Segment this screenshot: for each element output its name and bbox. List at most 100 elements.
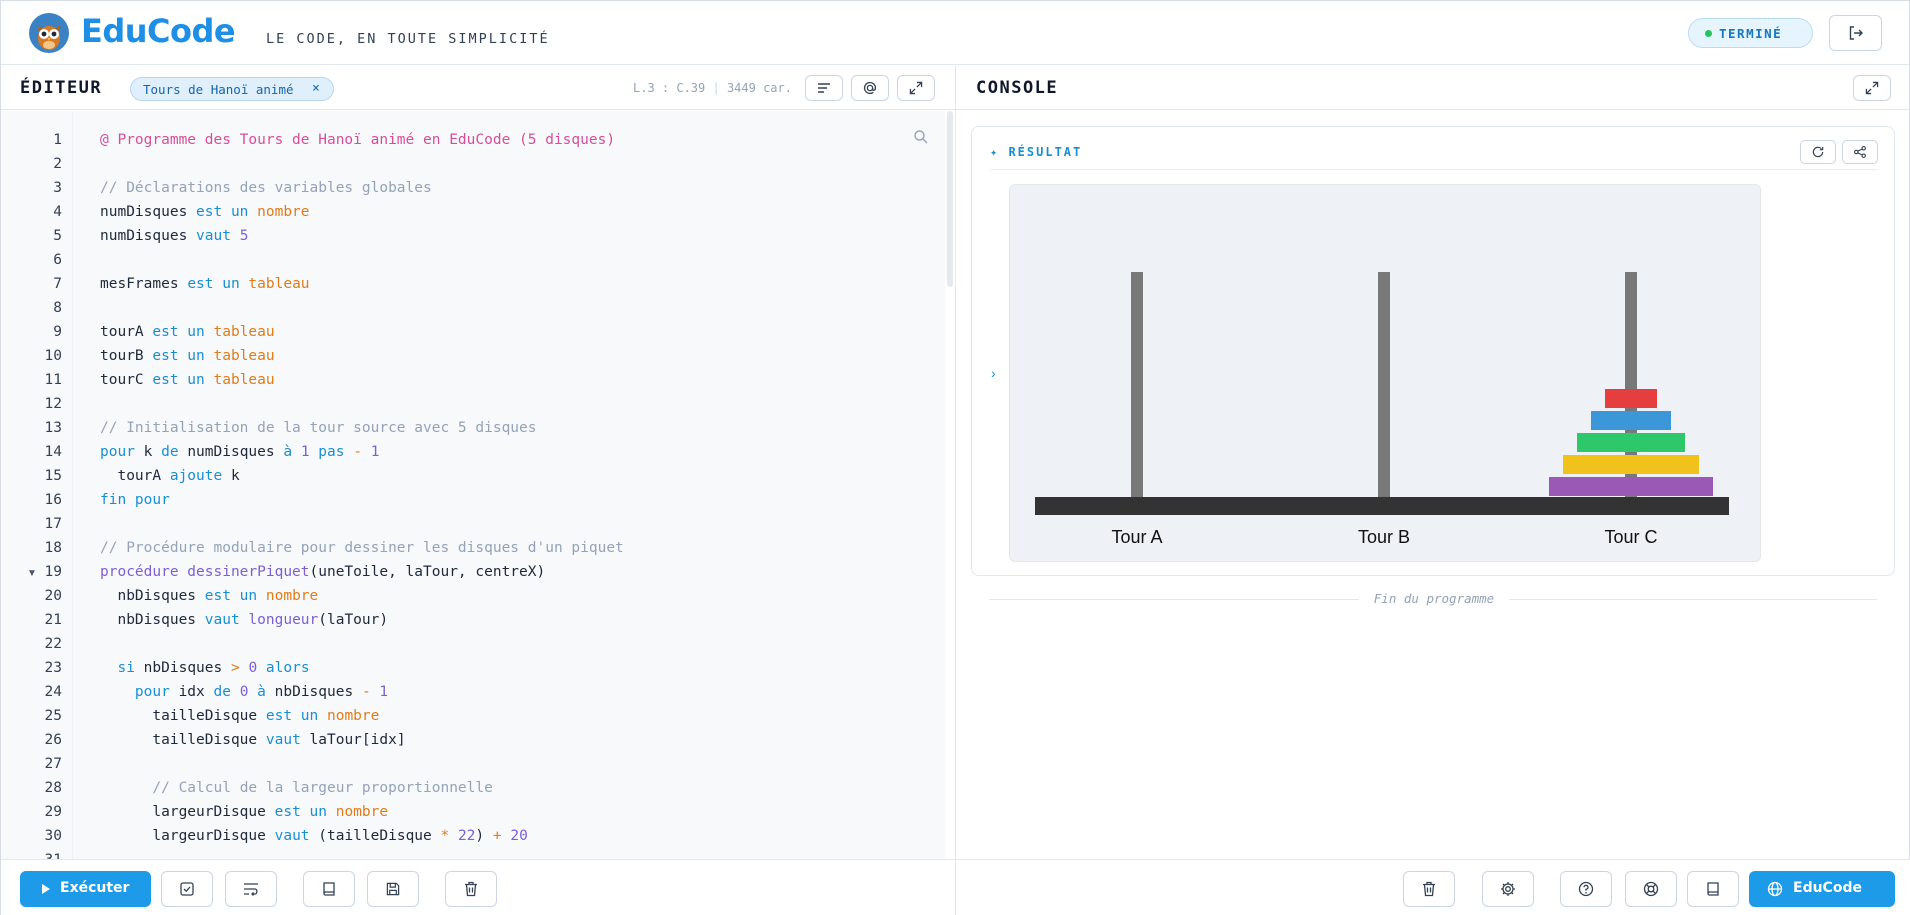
code-line[interactable]: // Procédure modulaire pour dessiner les…: [100, 540, 624, 556]
code-token: numDisques: [100, 204, 197, 220]
format-code-button[interactable]: [225, 871, 277, 907]
code-token: mesFrames: [100, 276, 188, 292]
code-line[interactable]: // Initialisation de la tour source avec…: [100, 420, 537, 436]
support-button[interactable]: [1625, 871, 1677, 907]
file-tab[interactable]: Tours de Hanoï animé ×: [130, 77, 334, 101]
line-number: 10: [44, 348, 62, 364]
code-token: nombre: [257, 204, 310, 220]
code-line[interactable]: tourB est un tableau: [100, 348, 275, 364]
line-number: 2: [53, 156, 62, 172]
open-button[interactable]: [303, 871, 355, 907]
code-token: nbDisques: [274, 684, 362, 700]
rerun-button[interactable]: [1800, 140, 1836, 164]
code-token: tailleDisque: [100, 708, 266, 724]
panel-divider[interactable]: [955, 66, 956, 915]
code-line[interactable]: mesFrames est un tableau: [100, 276, 310, 292]
code-token: ajoute: [169, 468, 231, 484]
code-token: 20: [510, 828, 528, 844]
code-line[interactable]: tailleDisque vaut laTour[idx]: [100, 732, 405, 748]
code-token: k: [230, 468, 240, 484]
status-text: TERMINÉ: [1719, 26, 1783, 41]
save-button[interactable]: [367, 871, 419, 907]
fold-arrow-icon[interactable]: ▼: [27, 568, 37, 579]
code-token: vaut: [196, 228, 240, 244]
code-line[interactable]: pour k de numDisques à 1 pas - 1: [100, 444, 379, 460]
play-icon: [42, 884, 50, 894]
trash-icon: [1423, 881, 1435, 897]
settings-button[interactable]: [1482, 871, 1534, 907]
code-line[interactable]: tailleDisque est un nombre: [100, 708, 379, 724]
globe-icon: [1767, 881, 1783, 897]
align-left-icon: [818, 83, 830, 93]
at-symbol-button[interactable]: [851, 75, 889, 101]
code-token: tourA: [100, 468, 170, 484]
code-token: si: [117, 660, 144, 676]
code-token: nombre: [335, 804, 389, 820]
share-button[interactable]: [1842, 140, 1878, 164]
code-token: tourB: [100, 348, 153, 364]
code-line[interactable]: si nbDisques > 0 alors: [100, 660, 309, 676]
educode-label: EduCode: [1793, 880, 1862, 896]
code-editor[interactable]: @ Programme des Tours de Hanoï animé en …: [73, 111, 945, 859]
code-token: 1: [370, 444, 380, 460]
app-window: EduCode LE CODE, EN TOUTE SIMPLICITÉ TER…: [0, 0, 1910, 915]
search-icon[interactable]: [913, 129, 929, 145]
code-token: tableau: [248, 276, 310, 292]
code-token: largeurDisque: [100, 828, 275, 844]
code-line[interactable]: tourC est un tableau: [100, 372, 275, 388]
help-button[interactable]: [1560, 871, 1612, 907]
editor-title: ÉDITEUR: [20, 78, 103, 98]
code-line[interactable]: nbDisques vaut longueur(laTour): [100, 612, 388, 628]
clear-console-button[interactable]: [1403, 871, 1455, 907]
educode-button[interactable]: EduCode: [1749, 871, 1895, 907]
end-of-program: Fin du programme: [989, 591, 1877, 607]
line-number: 15: [44, 468, 62, 484]
code-token: tableau: [213, 372, 275, 388]
code-line[interactable]: numDisques vaut 5: [100, 228, 248, 244]
editor-scrollbar[interactable]: [947, 111, 953, 287]
code-line[interactable]: tourA ajoute k: [100, 468, 240, 484]
output-canvas: Tour A Tour B Tour C: [1009, 184, 1761, 562]
line-number: 6: [53, 252, 62, 268]
code-line[interactable]: largeurDisque vaut (tailleDisque * 22) +…: [100, 828, 528, 844]
check-button[interactable]: [161, 871, 213, 907]
expand-console-button[interactable]: [1853, 75, 1891, 101]
line-number: 21: [44, 612, 62, 628]
code-token: nbDisques: [143, 660, 231, 676]
run-button[interactable]: Exécuter: [20, 871, 151, 907]
line-number: 20: [44, 588, 62, 604]
code-line[interactable]: @ Programme des Tours de Hanoï animé en …: [100, 132, 615, 148]
line-number: 17: [44, 516, 62, 532]
expand-editor-button[interactable]: [897, 75, 935, 101]
code-token: -: [353, 444, 371, 460]
code-token: nombre: [265, 588, 319, 604]
format-button[interactable]: [805, 75, 843, 101]
code-token: // Calcul de la largeur proportionnelle: [152, 780, 493, 796]
clear-button[interactable]: [445, 871, 497, 907]
code-line[interactable]: largeurDisque est un nombre: [100, 804, 388, 820]
code-token: 0: [239, 684, 258, 700]
code-line[interactable]: nbDisques est un nombre: [100, 588, 318, 604]
docs-button[interactable]: [1687, 871, 1739, 907]
disk: [1605, 389, 1657, 408]
code-line[interactable]: // Déclarations des variables globales: [100, 180, 432, 196]
code-token: est un: [196, 204, 258, 220]
code-line[interactable]: pour idx de 0 à nbDisques - 1: [100, 684, 388, 700]
line-number: 26: [44, 732, 62, 748]
code-token: vaut: [204, 612, 249, 628]
line-number: 30: [44, 828, 62, 844]
end-line-left: [989, 599, 1359, 600]
code-line[interactable]: numDisques est un nombre: [100, 204, 310, 220]
code-line[interactable]: // Calcul de la largeur proportionnelle: [100, 780, 493, 796]
code-line[interactable]: tourA est un tableau: [100, 324, 275, 340]
logout-button[interactable]: [1829, 15, 1882, 51]
close-tab-icon[interactable]: ×: [312, 81, 320, 96]
line-number: 8: [53, 300, 62, 316]
line-number: 1: [53, 132, 62, 148]
code-token: fin pour: [100, 492, 170, 508]
code-line[interactable]: procédure dessinerPiquet(uneToile, laTou…: [100, 564, 545, 580]
status-dot-icon: [1705, 30, 1712, 37]
line-number: 11: [44, 372, 62, 388]
code-line[interactable]: fin pour: [100, 492, 170, 508]
code-token: à: [283, 444, 301, 460]
